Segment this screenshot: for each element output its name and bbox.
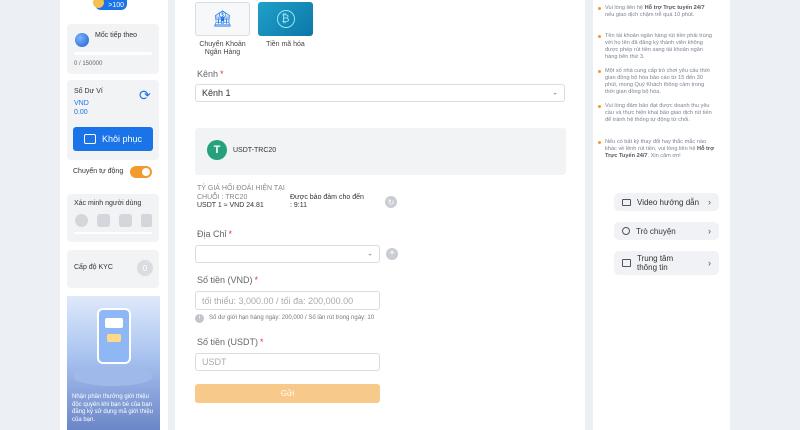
coin-card: T USDT-TRC20	[195, 128, 566, 175]
left-sidebar: >100 Mốc tiếp theo 0 / 150000 Số Dư Ví V…	[60, 0, 168, 430]
promo-text: Nhận phần thưởng giới thiệu độc quyền kh…	[72, 394, 153, 423]
hand-illustration	[73, 366, 153, 386]
phone-verify-icon	[119, 214, 132, 227]
right-info-panel: Vui lòng liên hệ Hỗ trợ Trực tuyến 24/7 …	[593, 0, 730, 430]
chat-label: Trò chuyện	[636, 226, 676, 236]
video-guide-label: Video hướng dẫn	[637, 197, 700, 207]
amount-usdt-label: Số tiền (USDT) *	[197, 337, 264, 347]
method-bank-tile[interactable]: 🏦︎	[195, 2, 250, 36]
milestone-card: Mốc tiếp theo 0 / 150000	[67, 24, 159, 74]
id-verify-icon	[141, 214, 152, 227]
email-verify-icon	[97, 214, 110, 227]
rate-guarantee-label: Được bảo đảm cho đến	[290, 194, 364, 201]
chevron-right-icon: ›	[708, 226, 711, 236]
chevron-down-icon: ⌄	[367, 250, 373, 258]
balance-amount: 0.00	[74, 109, 88, 116]
vip-badge: >100	[93, 0, 127, 10]
refresh-icon[interactable]: ⟳	[139, 88, 151, 102]
submit-button[interactable]: Gửi	[195, 384, 380, 403]
balance-label: Số Dư Ví	[74, 88, 103, 95]
tip-item: Nếu có bất kỳ thay đổi hay thắc mắc nào …	[597, 139, 715, 160]
amount-vnd-label: Số tiền (VND) *	[197, 275, 259, 285]
daily-limit-note: Số dư giới hạn hàng ngày: 200,000 / Số l…	[209, 315, 375, 321]
coin-icon	[93, 0, 104, 8]
tip-item: Vui lòng liên hệ Hỗ trợ Trực tuyến 24/7 …	[597, 5, 715, 19]
rate-title: TỶ GIÁ HỐI ĐOÁI HIỆN TẠI	[197, 185, 285, 192]
address-select[interactable]: ⌄	[195, 245, 380, 263]
tip-item: Tên tài khoản ngân hàng rút tiền phải tr…	[597, 33, 715, 61]
chevron-right-icon: ›	[708, 258, 711, 268]
tip-item: Một số nhà cung cấp trò chơi yêu cầu thờ…	[597, 68, 715, 96]
milestone-label: Mốc tiếp theo	[95, 32, 138, 39]
user-verify-icon	[75, 214, 88, 227]
address-label: Địa Chỉ *	[197, 229, 233, 239]
bank-icon: 🏦︎	[212, 11, 233, 28]
chat-button[interactable]: Trò chuyện ›	[614, 222, 719, 240]
amount-usdt-input[interactable]: USDT	[195, 353, 380, 371]
balance-currency: VND	[74, 100, 89, 107]
method-crypto-tile[interactable]: ₿	[258, 2, 313, 36]
balance-card: Số Dư Ví VND 0.00 ⟳ Khôi phục	[67, 80, 159, 160]
verify-progress	[74, 232, 152, 234]
channel-value: Kênh 1	[202, 88, 231, 98]
gift-icon	[107, 334, 121, 342]
channel-select[interactable]: Kênh 1 ⌄	[195, 84, 565, 102]
amount-vnd-placeholder: tối thiểu: 3,000.00 / tối đa: 200,000.00	[202, 295, 354, 306]
rate-chain: CHUỖI : TRC20	[197, 194, 248, 201]
globe-icon	[75, 33, 89, 47]
milestone-progress-text: 0 / 150000	[74, 61, 103, 67]
auto-transfer-label: Chuyển tự động	[73, 168, 124, 175]
kyc-card: Cấp độ KYC 0	[67, 250, 159, 288]
chat-icon	[622, 227, 630, 235]
amount-usdt-placeholder: USDT	[202, 357, 227, 367]
auto-transfer-toggle[interactable]	[130, 166, 152, 178]
add-address-icon[interactable]: +	[386, 248, 398, 260]
restore-button-label: Khôi phục	[101, 134, 143, 144]
verify-card: Xác minh người dùng	[67, 194, 159, 242]
chevron-down-icon: ⌄	[552, 89, 558, 97]
withdraw-form-panel: 🏦︎ Chuyển Khoản Ngân Hàng ₿ Tiền mã hóa …	[175, 0, 585, 430]
kyc-label: Cấp độ KYC	[74, 264, 113, 271]
channel-label: Kênh *	[197, 69, 224, 79]
method-crypto-label: Tiền mã hóa	[266, 41, 305, 48]
rate-countdown: : 9:11	[290, 202, 307, 209]
refresh-rate-icon[interactable]: ↻	[385, 196, 397, 208]
badge-count: >100	[108, 1, 124, 9]
video-icon	[622, 198, 631, 206]
tip-item: Vui lòng đảm bảo đạt được doanh thu yêu …	[597, 103, 715, 124]
restore-button[interactable]: Khôi phục	[73, 127, 153, 151]
info-center-button[interactable]: Trung tâm thông tin ›	[614, 251, 719, 275]
wallet-icon	[83, 134, 96, 144]
rate-value: USDT 1 ≈ VND 24.81	[197, 202, 264, 209]
referral-promo-banner[interactable]: Nhận phần thưởng giới thiệu độc quyền kh…	[67, 296, 160, 430]
kyc-level-icon: 0	[137, 260, 153, 276]
video-guide-button[interactable]: Video hướng dẫn ›	[614, 193, 719, 211]
phone-screen-card	[105, 318, 123, 328]
bitcoin-icon: ₿	[276, 10, 295, 28]
verify-label: Xác minh người dùng	[74, 200, 142, 207]
info-center-icon	[622, 259, 631, 267]
method-bank-label: Chuyển Khoản Ngân Hàng	[199, 41, 246, 56]
info-icon: i	[195, 314, 204, 323]
amount-vnd-input[interactable]: tối thiểu: 3,000.00 / tối đa: 200,000.00	[195, 291, 380, 310]
tether-icon: T	[207, 140, 227, 160]
info-center-label: Trung tâm thông tin	[637, 254, 674, 272]
milestone-progress-track	[74, 52, 152, 55]
submit-button-label: Gửi	[280, 389, 295, 398]
coin-name: USDT-TRC20	[233, 147, 277, 154]
chevron-right-icon: ›	[708, 197, 711, 207]
